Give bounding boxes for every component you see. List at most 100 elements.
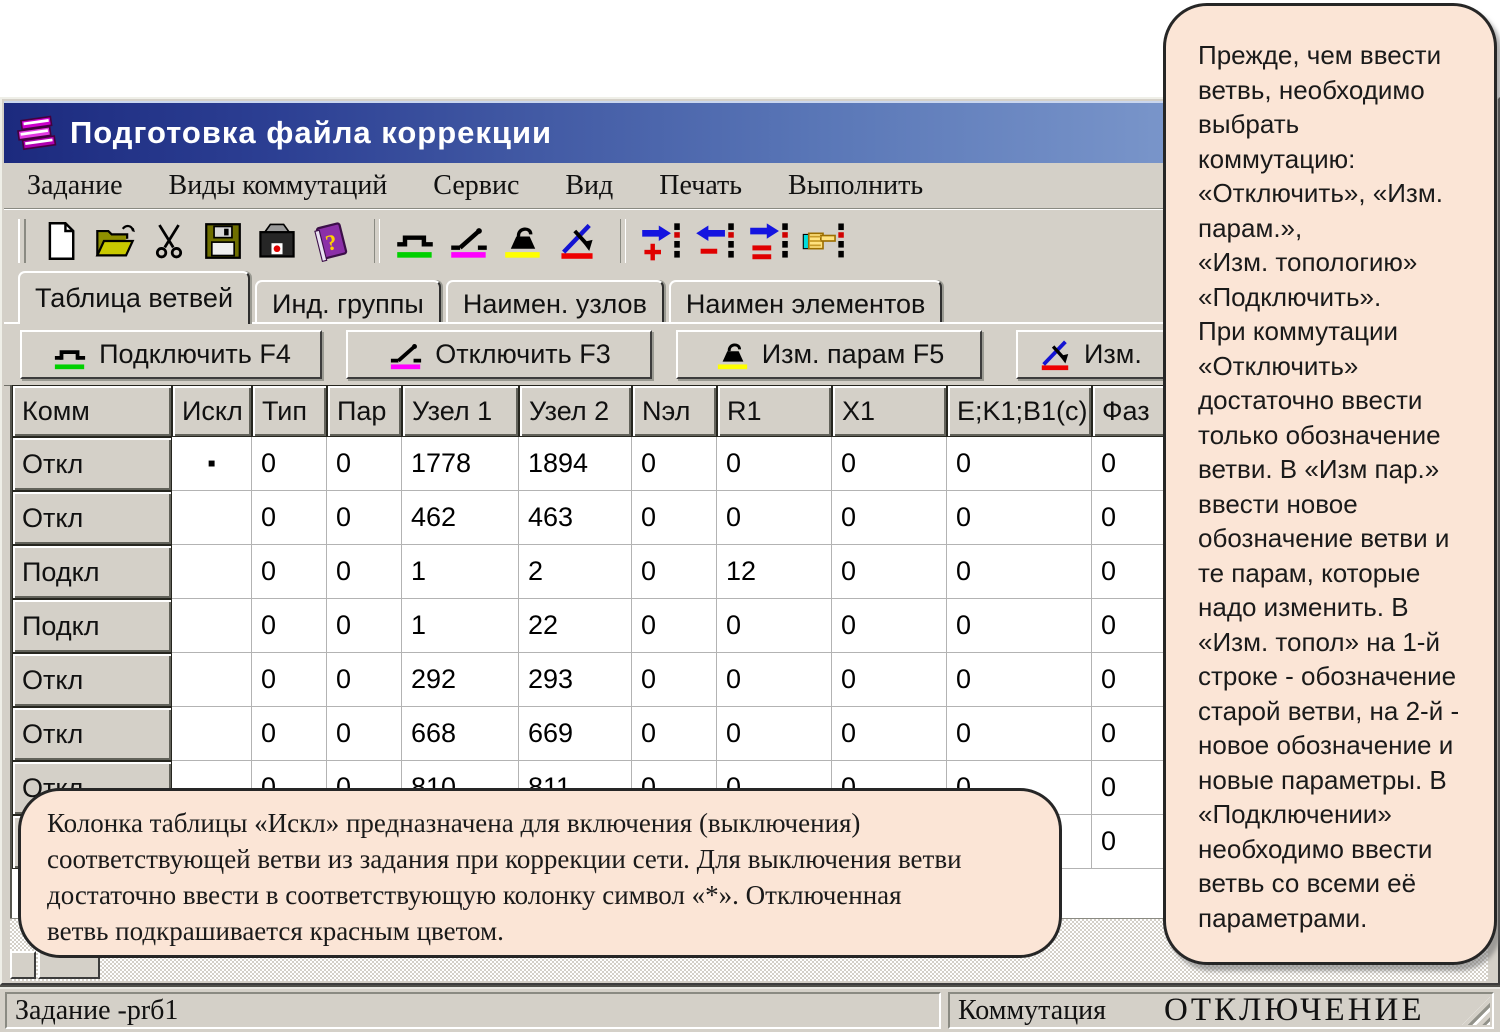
menu-item[interactable]: Вид [542,170,636,202]
disconnect-button[interactable]: Отключить F3 [346,330,652,379]
column-header-node2[interactable]: Узел 2 [519,385,632,437]
ek1b1-cell[interactable]: 0 [947,653,1092,707]
tip-cell[interactable]: 0 [252,653,327,707]
tab-ind-groups[interactable]: Инд. группы [255,280,441,324]
x1-cell[interactable]: 0 [832,653,947,707]
help-book-icon[interactable]: ? [308,218,354,264]
iskl-cell[interactable] [172,707,252,761]
delete-row-icon[interactable] [692,218,738,264]
komm-cell[interactable]: Подкл [12,545,172,599]
snapshot-icon[interactable] [254,218,300,264]
column-header-tip[interactable]: Тип [252,385,327,437]
r1-cell[interactable]: 0 [717,437,832,491]
node2-cell[interactable]: 293 [519,653,632,707]
x1-cell[interactable]: 0 [832,599,947,653]
iskl-cell[interactable] [172,545,252,599]
r1-cell[interactable]: 0 [717,653,832,707]
status-commutation-panel: Коммутация ОТКЛЮЧЕНИЕ [948,992,1494,1029]
tip-cell[interactable]: 0 [252,437,327,491]
column-header-r1[interactable]: R1 [717,385,832,437]
cut-icon[interactable] [146,218,192,264]
change-topology-icon[interactable] [554,218,600,264]
iskl-cell[interactable] [172,599,252,653]
node2-cell[interactable]: 1894 [519,437,632,491]
nel-cell[interactable]: 0 [632,653,717,707]
node1-cell[interactable]: 462 [402,491,519,545]
par-cell[interactable]: 0 [327,707,402,761]
node1-cell[interactable]: 1778 [402,437,519,491]
scroll-left-button[interactable] [10,951,36,979]
x1-cell[interactable]: 0 [832,707,947,761]
column-header-par[interactable]: Пар [327,385,402,437]
ek1b1-cell[interactable]: 0 [947,545,1092,599]
par-cell[interactable]: 0 [327,437,402,491]
r1-cell[interactable]: 0 [717,599,832,653]
par-cell[interactable]: 0 [327,491,402,545]
column-header-iskl[interactable]: Искл [172,385,252,437]
node1-cell[interactable]: 1 [402,545,519,599]
par-cell[interactable]: 0 [327,653,402,707]
open-file-icon[interactable] [92,218,138,264]
nel-cell[interactable]: 0 [632,707,717,761]
tip-cell[interactable]: 0 [252,491,327,545]
column-header-x1[interactable]: X1 [832,385,947,437]
menu-item[interactable]: Выполнить [765,170,946,202]
tab-branch-table[interactable]: Таблица ветвей [18,271,250,324]
nel-cell[interactable]: 0 [632,599,717,653]
r1-cell[interactable]: 0 [717,491,832,545]
menu-item[interactable]: Печать [636,170,765,202]
node1-cell[interactable]: 1 [402,599,519,653]
iskl-cell[interactable]: ▪ [172,437,252,491]
tip-cell[interactable]: 0 [252,599,327,653]
nel-cell[interactable]: 0 [632,545,717,599]
node1-cell[interactable]: 668 [402,707,519,761]
nel-cell[interactable]: 0 [632,491,717,545]
r1-cell[interactable]: 0 [717,707,832,761]
change-params-button[interactable]: Изм. парам F5 [676,330,982,379]
iskl-cell[interactable] [172,491,252,545]
par-cell[interactable]: 0 [327,599,402,653]
resize-grip[interactable] [1462,997,1490,1025]
komm-cell[interactable]: Откл [12,707,172,761]
connect-button[interactable]: Подключить F4 [20,330,322,379]
menu-item[interactable]: Виды коммутаций [146,170,411,202]
komm-cell[interactable]: Откл [12,437,172,491]
change-params-icon[interactable] [500,218,546,264]
connect-icon[interactable] [392,218,438,264]
menu-item[interactable]: Сервис [410,170,542,202]
node2-cell[interactable]: 2 [519,545,632,599]
iskl-cell[interactable] [172,653,252,707]
ek1b1-cell[interactable]: 0 [947,707,1092,761]
node2-cell[interactable]: 463 [519,491,632,545]
tip-cell[interactable]: 0 [252,707,327,761]
column-header-node1[interactable]: Узел 1 [402,385,519,437]
column-header-ek1b1[interactable]: E;K1;B1(c) [947,385,1092,437]
ek1b1-cell[interactable]: 0 [947,599,1092,653]
par-cell[interactable]: 0 [327,545,402,599]
save-icon[interactable] [200,218,246,264]
tab-node-names[interactable]: Наимен. узлов [446,280,664,324]
x1-cell[interactable]: 0 [832,491,947,545]
point-row-icon[interactable] [800,218,846,264]
new-file-icon[interactable] [38,218,84,264]
ek1b1-cell[interactable]: 0 [947,437,1092,491]
tab-element-names[interactable]: Наимен элементов [669,280,942,324]
insert-row-icon[interactable] [638,218,684,264]
node2-cell[interactable]: 22 [519,599,632,653]
tip-cell[interactable]: 0 [252,545,327,599]
menu-item[interactable]: Задание [4,170,146,202]
x1-cell[interactable]: 0 [832,545,947,599]
komm-cell[interactable]: Откл [12,653,172,707]
komm-cell[interactable]: Откл [12,491,172,545]
node2-cell[interactable]: 669 [519,707,632,761]
ek1b1-cell[interactable]: 0 [947,491,1092,545]
komm-cell[interactable]: Подкл [12,599,172,653]
r1-cell[interactable]: 12 [717,545,832,599]
disconnect-icon[interactable] [446,218,492,264]
nel-cell[interactable]: 0 [632,437,717,491]
column-header-komm[interactable]: Комм [12,385,172,437]
replace-row-icon[interactable] [746,218,792,264]
column-header-nel[interactable]: Nэл [632,385,717,437]
x1-cell[interactable]: 0 [832,437,947,491]
node1-cell[interactable]: 292 [402,653,519,707]
